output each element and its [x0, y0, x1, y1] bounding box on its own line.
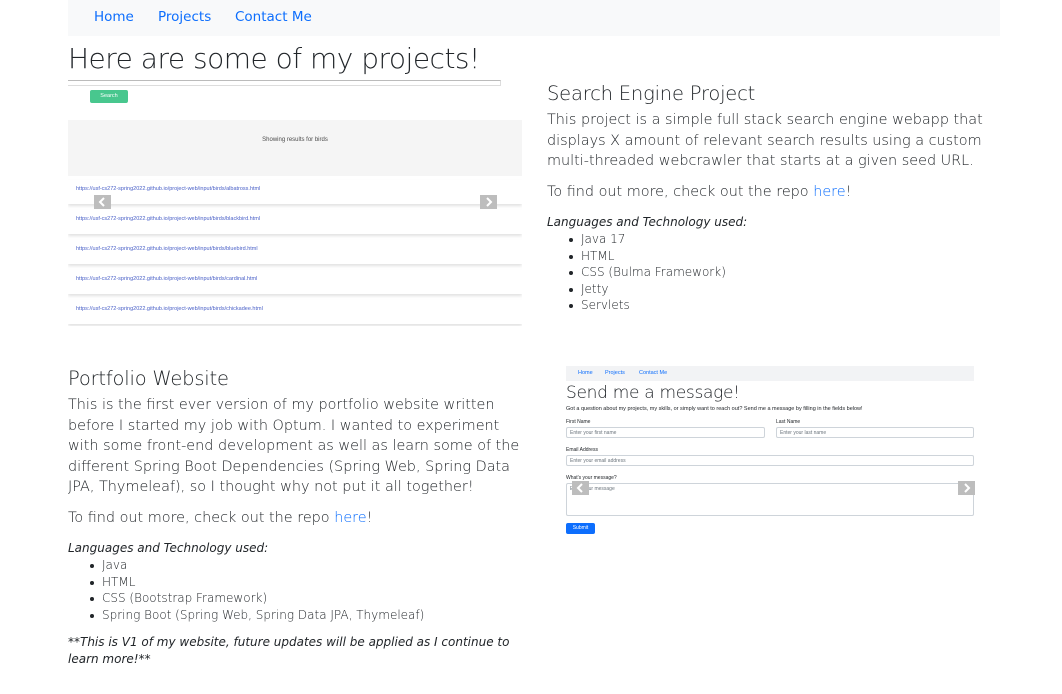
carousel-prev-button[interactable]	[94, 195, 111, 209]
mini-nav-home: Home	[578, 370, 593, 376]
result-item: https://usf-cs272-spring2022.github.io/p…	[68, 270, 522, 294]
results-heading: Showing results for birds	[262, 137, 328, 143]
submit-button: Submit	[566, 523, 595, 534]
tech-item: CSS (Bootstrap Framework)	[88, 590, 424, 607]
chevron-left-icon	[98, 197, 105, 207]
chevron-right-icon	[964, 483, 971, 493]
tech-item: Java 17	[567, 231, 726, 248]
result-item: https://usf-cs272-spring2022.github.io/p…	[68, 300, 522, 324]
mini-page-title: Send me a message!	[566, 383, 740, 403]
result-link: https://usf-cs272-spring2022.github.io/p…	[76, 276, 258, 282]
result-item: https://usf-cs272-spring2022.github.io/p…	[68, 210, 522, 234]
repo-link[interactable]: here	[334, 510, 366, 526]
tech-item: Servlets	[567, 297, 726, 314]
tech-list: Java 17 HTML CSS (Bulma Framework) Jetty…	[567, 231, 726, 314]
repo-suffix: !	[366, 510, 373, 526]
portfolio-screenshot-carousel: Home Projects Contact Me Send me a messa…	[566, 366, 975, 538]
first-name-label: First Name	[566, 419, 591, 425]
repo-suffix: !	[845, 184, 852, 200]
page-title: Here are some of my projects!	[68, 42, 480, 75]
email-label: Email Address	[566, 447, 598, 453]
search-input	[68, 80, 501, 86]
chevron-left-icon	[576, 483, 583, 493]
repo-text: To find out more, check out the repo	[547, 184, 814, 200]
tech-item: Spring Boot (Spring Web, Spring Data JPA…	[88, 607, 424, 624]
first-name-field: Enter your first name	[566, 427, 765, 438]
mini-subtitle: Got a question about my projects, my ski…	[566, 406, 863, 412]
search-engine-screenshot-carousel: Search Showing results for birds https:/…	[68, 80, 522, 326]
mini-navbar: Home Projects Contact Me	[566, 366, 974, 381]
repo-link[interactable]: here	[813, 184, 845, 200]
result-link: https://usf-cs272-spring2022.github.io/p…	[76, 216, 261, 222]
tech-item: HTML	[88, 574, 424, 591]
message-field: Enter your message	[566, 483, 974, 516]
tech-list: Java HTML CSS (Bootstrap Framework) Spri…	[88, 557, 424, 623]
project-title: Search Engine Project	[547, 82, 756, 105]
email-placeholder: Enter your email address	[570, 458, 626, 464]
project-description: This project is a simple full stack sear…	[547, 112, 983, 169]
result-item: https://usf-cs272-spring2022.github.io/p…	[68, 180, 522, 204]
tech-item: Jetty	[567, 281, 726, 298]
nav-home-link[interactable]: Home	[94, 9, 134, 25]
tech-item: HTML	[567, 248, 726, 265]
repo-line: To find out more, check out the repo her…	[547, 184, 851, 200]
last-name-field: Enter your last name	[776, 427, 974, 438]
result-link: https://usf-cs272-spring2022.github.io/p…	[76, 186, 261, 192]
last-name-placeholder: Enter your last name	[780, 430, 827, 436]
version-note: **This is V1 of my website, future updat…	[68, 635, 510, 666]
result-link: https://usf-cs272-spring2022.github.io/p…	[76, 246, 258, 252]
first-name-placeholder: Enter your first name	[570, 430, 617, 436]
mini-nav-contact: Contact Me	[639, 370, 668, 376]
tech-item: CSS (Bulma Framework)	[567, 264, 726, 281]
nav-projects-link[interactable]: Projects	[158, 9, 211, 25]
project-title: Portfolio Website	[68, 367, 229, 390]
search-button: Search	[90, 90, 128, 103]
last-name-label: Last Name	[776, 419, 801, 425]
email-field: Enter your email address	[566, 455, 974, 466]
tech-heading: Languages and Technology used:	[547, 215, 748, 229]
navbar: Home Projects Contact Me	[68, 0, 1000, 36]
tech-heading: Languages and Technology used:	[68, 541, 269, 555]
carousel-next-button[interactable]	[480, 195, 497, 209]
nav-contact-link[interactable]: Contact Me	[235, 9, 312, 25]
carousel-prev-button[interactable]	[572, 481, 589, 495]
chevron-right-icon	[486, 197, 493, 207]
repo-text: To find out more, check out the repo	[68, 510, 335, 526]
results-hero	[68, 120, 522, 176]
tech-item: Java	[88, 557, 424, 574]
result-link: https://usf-cs272-spring2022.github.io/p…	[76, 306, 263, 312]
repo-line: To find out more, check out the repo her…	[68, 510, 372, 526]
mini-nav-projects: Projects	[605, 370, 625, 376]
result-item: https://usf-cs272-spring2022.github.io/p…	[68, 240, 522, 264]
project-description: This is the first ever version of my por…	[68, 397, 520, 495]
carousel-next-button[interactable]	[958, 481, 975, 495]
